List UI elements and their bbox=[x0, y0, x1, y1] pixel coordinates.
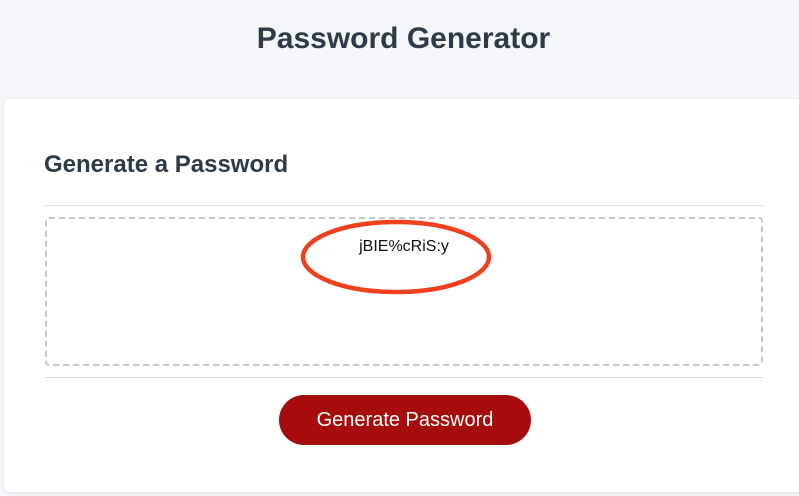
password-text: jBIE%cRiS:y bbox=[359, 238, 449, 255]
password-card: Generate a Password jBIE%cRiS:y Generate… bbox=[4, 99, 799, 492]
card-divider-top bbox=[44, 205, 764, 206]
generate-password-button[interactable]: Generate Password bbox=[279, 395, 531, 445]
app-title: Password Generator bbox=[256, 22, 551, 55]
page: Password Generator Generate a Password j… bbox=[0, 0, 799, 496]
password-output[interactable]: jBIE%cRiS:y bbox=[45, 217, 763, 366]
card-divider-bottom bbox=[44, 377, 764, 378]
card-title: Generate a Password bbox=[44, 151, 289, 178]
